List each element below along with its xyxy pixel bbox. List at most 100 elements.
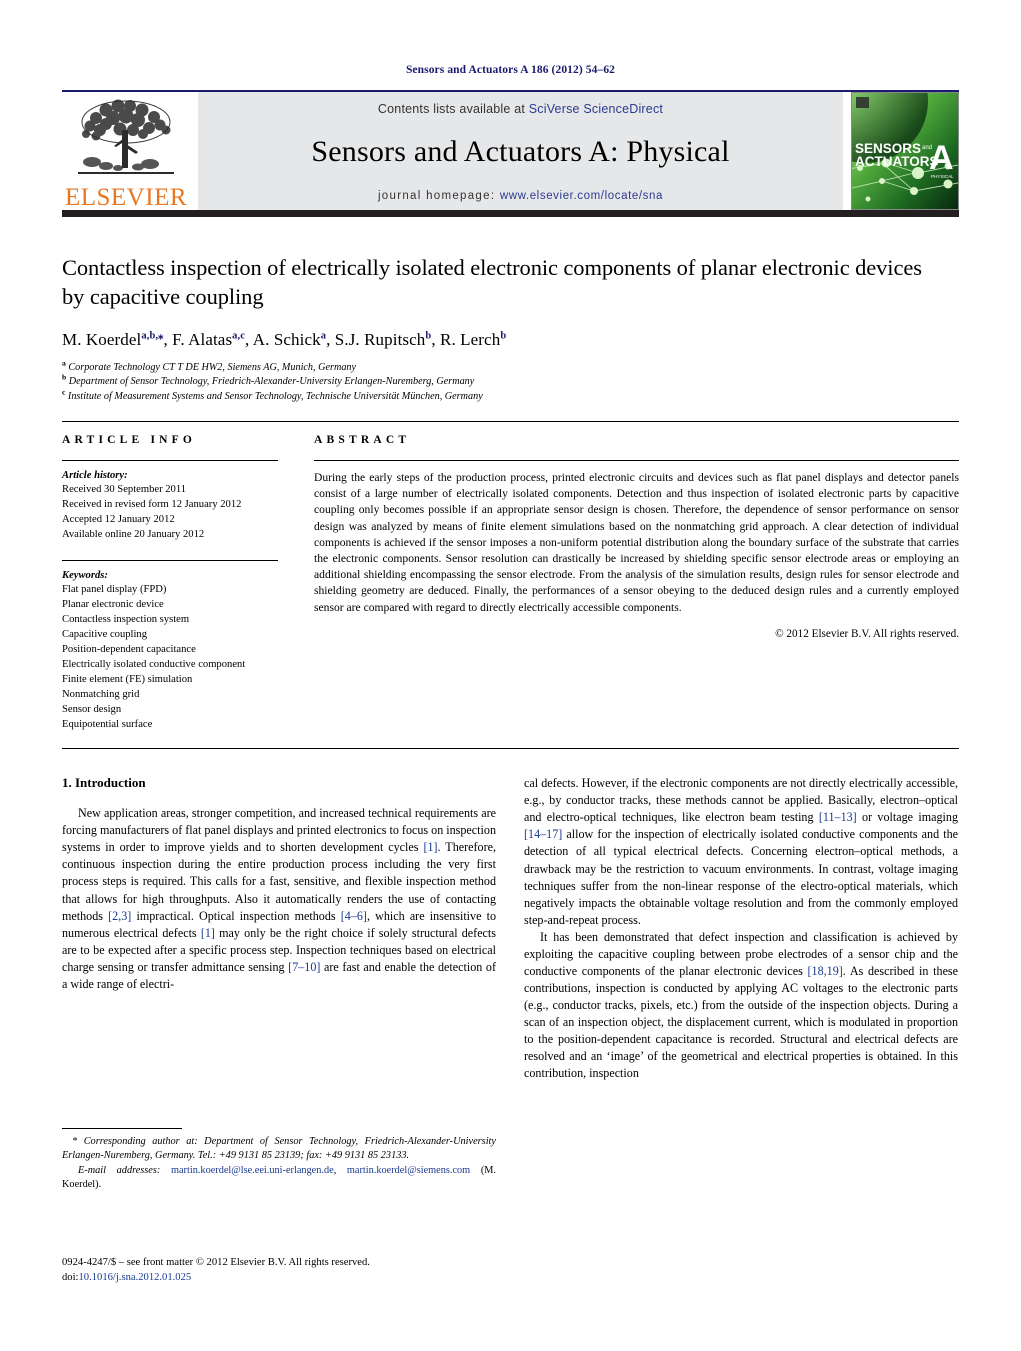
section-heading-introduction: 1. Introduction [62, 775, 146, 791]
author-affil-marker: b [500, 329, 507, 341]
keyword-item: Position-dependent capacitance [62, 644, 196, 656]
elsevier-wordmark: ELSEVIER [64, 184, 188, 211]
author-0: M. Koerdela,b,⁎ [62, 330, 163, 349]
abstract-column: ABSTRACT During the early steps of the p… [314, 434, 959, 732]
citation-ref[interactable]: [7–10] [288, 960, 320, 974]
history-item: Received in revised form 12 January 2012 [62, 498, 242, 510]
intro-paragraph-left: New application areas, stronger competit… [62, 805, 496, 993]
affil-text: Corporate Technology CT T DE HW2, Siemen… [68, 361, 357, 373]
author-sep: , [245, 329, 253, 349]
email-link-2[interactable]: martin.koerdel@siemens.com [347, 1165, 470, 1176]
email-link-1[interactable]: martin.koerdel@lse.eei.uni-erlangen.de [171, 1165, 334, 1176]
masthead-bottom-rule [62, 210, 959, 217]
title-block: Contactless inspection of electrically i… [62, 217, 959, 405]
homepage-line: journal homepage: www.elsevier.com/locat… [378, 190, 663, 202]
intro-paragraph-right-1: cal defects. However, if the electronic … [524, 775, 958, 928]
keywords-divider [62, 559, 278, 561]
intro-paragraph-right-2: It has been demonstrated that defect ins… [524, 929, 958, 1082]
journal-band: Contents lists available at SciVerse Sci… [198, 92, 843, 210]
history-item: Available online 20 January 2012 [62, 528, 205, 540]
elsevier-tree-icon [78, 99, 174, 174]
affiliation-a: a Corporate Technology CT T DE HW2, Siem… [62, 358, 959, 376]
affil-text: Institute of Measurement Systems and Sen… [67, 391, 483, 403]
abstract-text: During the early steps of the production… [314, 470, 959, 614]
keyword-item: Flat panel display (FPD) [62, 583, 167, 595]
keyword-item: Planar electronic device [62, 599, 164, 610]
body-column-right: cal defects. However, if the electronic … [524, 775, 958, 1082]
cover-art-icon: SENSORS and ACTUATORS A PHYSICAL [852, 93, 958, 209]
sciencedirect-link[interactable]: SciVerse ScienceDirect [529, 102, 663, 116]
author-name: R. Lerch [440, 329, 501, 349]
journal-cover-thumbnail: SENSORS and ACTUATORS A PHYSICAL [851, 92, 959, 210]
footnote-rule [62, 1128, 182, 1129]
citation-ref[interactable]: [14–17] [524, 827, 562, 841]
corresponding-text: * Corresponding author at: Department of… [62, 1136, 496, 1162]
citation-ref[interactable]: [1] [423, 840, 437, 854]
homepage-url-link[interactable]: www.elsevier.com/locate/sna [500, 190, 663, 202]
contents-prefix: Contents lists available at [377, 102, 529, 116]
affil-marker: b [62, 372, 67, 382]
text-run: . As described in these contributions, i… [524, 963, 959, 1081]
keyword-item: Equipotential surface [62, 719, 153, 731]
author-2: A. Schicka [253, 330, 326, 349]
doi-label: doi: [62, 1272, 79, 1284]
abstract-divider [314, 459, 959, 461]
affil-text: Department of Sensor Technology, Friedri… [68, 376, 475, 388]
info-divider [62, 459, 278, 461]
email-note: E-mail addresses: martin.koerdel@lse.eei… [62, 1164, 497, 1191]
body-top-rule [62, 748, 959, 750]
keyword-item: Finite element (FE) simulation [62, 674, 193, 686]
email-label: E-mail addresses: [78, 1164, 161, 1176]
author-sep: , [163, 329, 173, 349]
corresponding-author-note: * Corresponding author at: Department of… [62, 1135, 496, 1164]
issn-doi-block: 0924-4247/$ – see front matter © 2012 El… [62, 1255, 496, 1286]
affiliation-c: c Institute of Measurement Systems and S… [62, 387, 959, 405]
citation-ref[interactable]: [2,3] [108, 909, 131, 923]
keyword-item: Electrically isolated conductive compone… [62, 659, 246, 671]
text-run: allow for the inspection of electrically… [524, 827, 958, 927]
running-head: Sensors and Actuators A 186 (2012) 54–62 [405, 64, 616, 76]
affil-marker: a [62, 358, 66, 368]
author-1: F. Alatasa,c [172, 330, 245, 349]
affiliation-b: b Department of Sensor Technology, Fried… [62, 372, 959, 390]
homepage-prefix: journal homepage: [377, 190, 500, 202]
author-sep: , [326, 329, 335, 349]
keyword-item: Capacitive coupling [62, 629, 148, 641]
abstract-copyright: © 2012 Elsevier B.V. All rights reserved… [775, 627, 959, 640]
text-run: or voltage imaging [856, 810, 958, 825]
citation-ref[interactable]: [18,19] [808, 964, 843, 978]
keyword-item: Contactless inspection system [62, 614, 190, 626]
author-affil-marker: a,b,⁎ [141, 329, 164, 341]
svg-text:PHYSICAL: PHYSICAL [931, 174, 954, 179]
info-abstract-section: ARTICLE INFO Article history: Received 3… [62, 420, 959, 732]
citation-ref[interactable]: [11–13] [819, 810, 857, 824]
svg-text:ACTUATORS: ACTUATORS [855, 154, 939, 169]
citation-ref[interactable]: [1] [201, 926, 215, 940]
footnote-block: * Corresponding author at: Department of… [62, 1128, 496, 1193]
author-4: R. Lerchb [440, 330, 506, 349]
article-history-label: Article history: [62, 469, 128, 481]
keywords-label: Keywords: [62, 569, 108, 581]
author-sep: , [431, 329, 441, 349]
author-affil-marker: a,c [232, 329, 246, 341]
journal-title: Sensors and Actuators A: Physical [311, 135, 730, 168]
affil-marker: c [62, 387, 66, 397]
paper-page: Sensors and Actuators A 186 (2012) 54–62 [0, 0, 1021, 1351]
elsevier-logo: ELSEVIER [62, 92, 190, 210]
body-column-left: 1. Introduction New application areas, s… [62, 775, 496, 1082]
citation-ref[interactable]: [4–6] [341, 909, 367, 923]
history-item: Accepted 12 January 2012 [62, 513, 175, 525]
page-title: Contactless inspection of electrically i… [62, 255, 922, 310]
svg-text:A: A [929, 139, 954, 177]
keyword-item: Nonmatching grid [62, 689, 140, 701]
abstract-heading: ABSTRACT [314, 433, 411, 446]
author-3: S.J. Rupitschb [335, 330, 432, 349]
front-matter-line: 0924-4247/$ – see front matter © 2012 El… [62, 1257, 370, 1268]
keyword-item: Sensor design [62, 704, 122, 716]
author-name: A. Schick [252, 329, 321, 349]
doi-line: doi:10.1016/j.sna.2012.01.025 [62, 1270, 496, 1285]
contents-line: Contents lists available at SciVerse Sci… [378, 102, 663, 116]
author-name: S.J. Rupitsch [334, 329, 426, 349]
doi-link[interactable]: 10.1016/j.sna.2012.01.025 [78, 1272, 191, 1283]
